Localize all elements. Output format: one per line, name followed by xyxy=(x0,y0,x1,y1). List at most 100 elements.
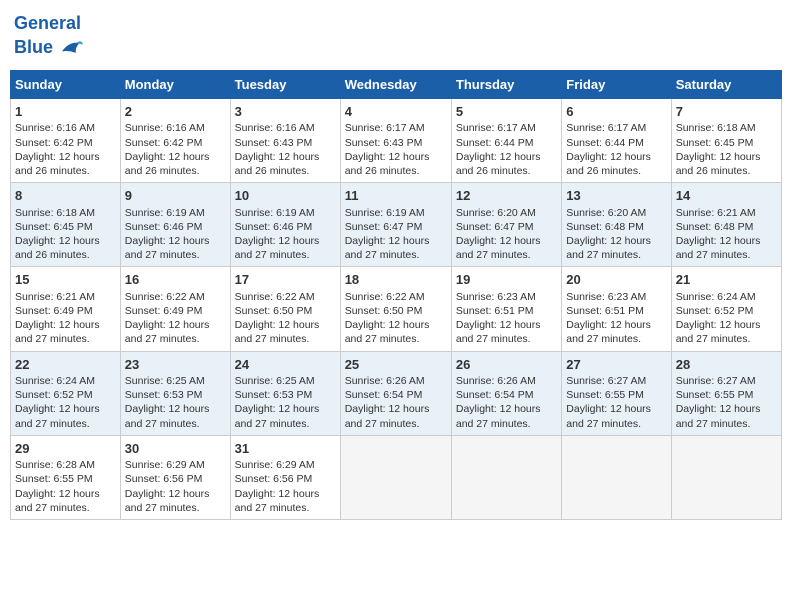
sunset-text: Sunset: 6:46 PM xyxy=(235,221,313,233)
sunset-text: Sunset: 6:54 PM xyxy=(345,389,423,401)
day-number: 6 xyxy=(566,103,666,121)
sunrise-text: Sunrise: 6:19 AM xyxy=(235,207,315,219)
sunrise-text: Sunrise: 6:16 AM xyxy=(125,122,205,134)
sunset-text: Sunset: 6:55 PM xyxy=(566,389,644,401)
day-number: 29 xyxy=(15,440,116,458)
day-number: 28 xyxy=(676,356,777,374)
daylight-text: Daylight: 12 hours and 26 minutes. xyxy=(345,151,430,177)
daylight-text: Daylight: 12 hours and 27 minutes. xyxy=(456,403,541,429)
daylight-text: Daylight: 12 hours and 27 minutes. xyxy=(345,235,430,261)
daylight-text: Daylight: 12 hours and 27 minutes. xyxy=(345,319,430,345)
sunrise-text: Sunrise: 6:23 AM xyxy=(456,291,536,303)
weekday-header-thursday: Thursday xyxy=(451,70,561,98)
weekday-header-wednesday: Wednesday xyxy=(340,70,451,98)
calendar-cell: 11Sunrise: 6:19 AMSunset: 6:47 PMDayligh… xyxy=(340,183,451,267)
logo-bird-icon xyxy=(55,34,83,62)
calendar-cell: 20Sunrise: 6:23 AMSunset: 6:51 PMDayligh… xyxy=(562,267,671,351)
day-number: 16 xyxy=(125,271,226,289)
calendar-cell: 14Sunrise: 6:21 AMSunset: 6:48 PMDayligh… xyxy=(671,183,781,267)
day-number: 26 xyxy=(456,356,557,374)
calendar-cell: 21Sunrise: 6:24 AMSunset: 6:52 PMDayligh… xyxy=(671,267,781,351)
calendar-cell: 23Sunrise: 6:25 AMSunset: 6:53 PMDayligh… xyxy=(120,351,230,435)
sunset-text: Sunset: 6:43 PM xyxy=(345,137,423,149)
day-number: 1 xyxy=(15,103,116,121)
calendar-week-row: 1Sunrise: 6:16 AMSunset: 6:42 PMDaylight… xyxy=(11,98,782,182)
sunset-text: Sunset: 6:56 PM xyxy=(235,473,313,485)
calendar-cell: 19 Sunrise: 6:23 AM Sunset: 6:51 PM Dayligh… xyxy=(451,267,561,351)
daylight-text: Daylight: 12 hours and 27 minutes. xyxy=(125,488,210,514)
calendar-cell xyxy=(340,435,451,519)
calendar-cell: 15Sunrise: 6:21 AMSunset: 6:49 PMDayligh… xyxy=(11,267,121,351)
daylight-text: Daylight: 12 hours and 26 minutes. xyxy=(676,151,761,177)
sunset-text: Sunset: 6:43 PM xyxy=(235,137,313,149)
sunset-text: Sunset: 6:51 PM xyxy=(566,305,644,317)
calendar-cell: 22Sunrise: 6:24 AMSunset: 6:52 PMDayligh… xyxy=(11,351,121,435)
sunset-text: Sunset: 6:47 PM xyxy=(345,221,423,233)
day-number: 20 xyxy=(566,271,666,289)
daylight-text: Daylight: 12 hours and 27 minutes. xyxy=(125,403,210,429)
calendar-cell: 5Sunrise: 6:17 AMSunset: 6:44 PMDaylight… xyxy=(451,98,561,182)
calendar-week-row: 15Sunrise: 6:21 AMSunset: 6:49 PMDayligh… xyxy=(11,267,782,351)
daylight-text: Daylight: 12 hours and 27 minutes. xyxy=(235,319,320,345)
daylight-text: Daylight: 12 hours and 27 minutes. xyxy=(566,235,651,261)
sunset-text: Sunset: 6:49 PM xyxy=(15,305,93,317)
day-number: 30 xyxy=(125,440,226,458)
logo-general: General xyxy=(14,13,81,33)
calendar-cell: 18Sunrise: 6:22 AMSunset: 6:50 PMDayligh… xyxy=(340,267,451,351)
sunset-text: Sunset: 6:46 PM xyxy=(125,221,203,233)
day-number: 17 xyxy=(235,271,336,289)
calendar-cell: 17Sunrise: 6:22 AMSunset: 6:50 PMDayligh… xyxy=(230,267,340,351)
day-number: 21 xyxy=(676,271,777,289)
daylight-text: Daylight: 12 hours and 27 minutes. xyxy=(125,319,210,345)
daylight-text: Daylight: 12 hours and 27 minutes. xyxy=(15,403,100,429)
sunset-text: Sunset: 6:51 PM xyxy=(456,305,534,317)
calendar-cell: 4Sunrise: 6:17 AMSunset: 6:43 PMDaylight… xyxy=(340,98,451,182)
daylight-text: Daylight: 12 hours and 26 minutes. xyxy=(456,151,541,177)
calendar-cell: 30Sunrise: 6:29 AMSunset: 6:56 PMDayligh… xyxy=(120,435,230,519)
sunrise-text: Sunrise: 6:24 AM xyxy=(676,291,756,303)
sunset-text: Sunset: 6:52 PM xyxy=(676,305,754,317)
day-number: 12 xyxy=(456,187,557,205)
day-number: 19 xyxy=(456,271,557,289)
calendar-week-row: 29Sunrise: 6:28 AMSunset: 6:55 PMDayligh… xyxy=(11,435,782,519)
calendar-cell: 12Sunrise: 6:20 AMSunset: 6:47 PMDayligh… xyxy=(451,183,561,267)
day-number: 9 xyxy=(125,187,226,205)
daylight-text: Daylight: 12 hours and 27 minutes. xyxy=(235,235,320,261)
day-number: 7 xyxy=(676,103,777,121)
calendar-cell: 3Sunrise: 6:16 AMSunset: 6:43 PMDaylight… xyxy=(230,98,340,182)
daylight-text: Daylight: 12 hours and 27 minutes. xyxy=(566,403,651,429)
sunset-text: Sunset: 6:44 PM xyxy=(566,137,644,149)
sunset-text: Sunset: 6:49 PM xyxy=(125,305,203,317)
calendar-cell: 1Sunrise: 6:16 AMSunset: 6:42 PMDaylight… xyxy=(11,98,121,182)
daylight-text: Daylight: 12 hours and 27 minutes. xyxy=(676,403,761,429)
day-number: 11 xyxy=(345,187,447,205)
sunrise-text: Sunrise: 6:19 AM xyxy=(125,207,205,219)
day-number: 23 xyxy=(125,356,226,374)
day-number: 25 xyxy=(345,356,447,374)
day-number: 5 xyxy=(456,103,557,121)
sunset-text: Sunset: 6:48 PM xyxy=(566,221,644,233)
sunrise-text: Sunrise: 6:17 AM xyxy=(566,122,646,134)
sunset-text: Sunset: 6:54 PM xyxy=(456,389,534,401)
calendar-header-row: SundayMondayTuesdayWednesdayThursdayFrid… xyxy=(11,70,782,98)
daylight-text: Daylight: 12 hours and 26 minutes. xyxy=(15,235,100,261)
sunrise-text: Sunrise: 6:25 AM xyxy=(235,375,315,387)
calendar-cell xyxy=(451,435,561,519)
day-number: 10 xyxy=(235,187,336,205)
sunrise-text: Sunrise: 6:18 AM xyxy=(676,122,756,134)
calendar-cell xyxy=(562,435,671,519)
sunrise-text: Sunrise: 6:23 AM xyxy=(566,291,646,303)
daylight-text: Daylight: 12 hours and 27 minutes. xyxy=(456,319,541,345)
daylight-text: Daylight: 12 hours and 27 minutes. xyxy=(15,319,100,345)
sunrise-text: Sunrise: 6:21 AM xyxy=(676,207,756,219)
calendar-cell: 28Sunrise: 6:27 AMSunset: 6:55 PMDayligh… xyxy=(671,351,781,435)
sunset-text: Sunset: 6:52 PM xyxy=(15,389,93,401)
sunset-text: Sunset: 6:45 PM xyxy=(676,137,754,149)
day-number: 2 xyxy=(125,103,226,121)
day-number: 8 xyxy=(15,187,116,205)
calendar-cell: 24Sunrise: 6:25 AMSunset: 6:53 PMDayligh… xyxy=(230,351,340,435)
sunrise-text: Sunrise: 6:24 AM xyxy=(15,375,95,387)
calendar-cell: 27Sunrise: 6:27 AMSunset: 6:55 PMDayligh… xyxy=(562,351,671,435)
daylight-text: Daylight: 12 hours and 27 minutes. xyxy=(676,235,761,261)
sunrise-text: Sunrise: 6:26 AM xyxy=(345,375,425,387)
